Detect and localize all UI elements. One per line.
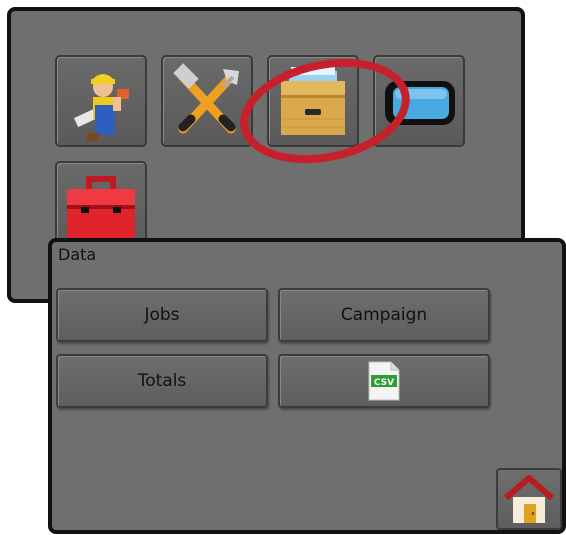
data-panel: Data Jobs Campaign Totals CSV xyxy=(48,238,566,534)
worker-icon xyxy=(73,74,129,141)
totals-button-label: Totals xyxy=(137,371,187,391)
tools-icon xyxy=(173,63,239,134)
home-icon xyxy=(504,475,554,523)
jobs-button-label: Jobs xyxy=(144,305,180,325)
csv-icon-label: CSV xyxy=(374,378,394,388)
csv-export-button[interactable]: CSV xyxy=(278,354,490,408)
home-button[interactable] xyxy=(496,468,562,530)
campaign-button[interactable]: Campaign xyxy=(278,288,490,342)
panel-title: Data xyxy=(58,245,97,264)
tools-tile[interactable] xyxy=(161,55,253,147)
totals-button[interactable]: Totals xyxy=(56,354,268,408)
campaign-button-label: Campaign xyxy=(340,305,428,325)
csv-file-icon: CSV xyxy=(367,360,401,402)
worker-tile[interactable] xyxy=(55,55,147,147)
jobs-button[interactable]: Jobs xyxy=(56,288,268,342)
